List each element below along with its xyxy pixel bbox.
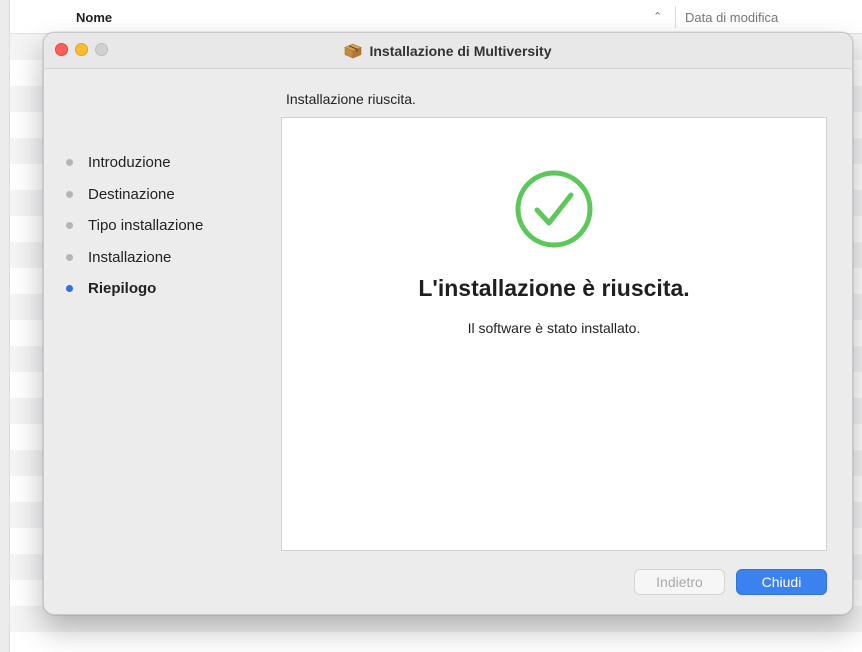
- step-dot: [66, 253, 73, 261]
- back-button[interactable]: Indietro: [634, 569, 725, 595]
- step-label: Tipo installazione: [88, 217, 204, 235]
- column-header-date-modified[interactable]: Data di modifica: [685, 10, 778, 25]
- step-riepilogo: Riepilogo: [66, 273, 203, 305]
- step-destinazione: Destinazione: [66, 179, 203, 211]
- installer-steps: Introduzione Destinazione Tipo installaz…: [66, 147, 203, 305]
- step-installazione: Installazione: [66, 242, 203, 274]
- title-bar[interactable]: Installazione di Multiversity: [44, 33, 852, 69]
- close-button[interactable]: Chiudi: [736, 569, 827, 595]
- column-header-name[interactable]: Nome: [76, 10, 112, 25]
- column-divider: [675, 6, 676, 28]
- step-dot: [66, 222, 73, 230]
- sort-chevron-up-icon[interactable]: ⌃: [653, 10, 662, 23]
- content-pane: L'installazione è riuscita. Il software …: [281, 117, 827, 551]
- step-label: Destinazione: [88, 185, 175, 203]
- page-subtitle: Installazione riuscita.: [286, 91, 416, 107]
- step-label: Riepilogo: [88, 280, 157, 298]
- title-group: Installazione di Multiversity: [44, 33, 852, 69]
- package-icon: [344, 43, 363, 59]
- success-heading: L'installazione è riuscita.: [418, 275, 690, 301]
- finder-left-strip: [0, 0, 10, 652]
- step-introduzione: Introduzione: [66, 147, 203, 179]
- step-dot-active: [66, 285, 73, 293]
- step-tipo-installazione: Tipo installazione: [66, 210, 203, 242]
- list-row: [10, 632, 862, 652]
- step-dot: [66, 190, 73, 198]
- step-label: Introduzione: [88, 154, 171, 172]
- installer-window: Installazione di Multiversity Installazi…: [43, 32, 853, 615]
- window-title: Installazione di Multiversity: [369, 43, 552, 59]
- finder-list-header: Nome ⌃ Data di modifica: [10, 0, 862, 34]
- success-message: Il software è stato installato.: [467, 320, 641, 336]
- step-label: Installazione: [88, 248, 172, 266]
- step-dot: [66, 159, 73, 167]
- checkmark-circle-icon: [515, 170, 593, 248]
